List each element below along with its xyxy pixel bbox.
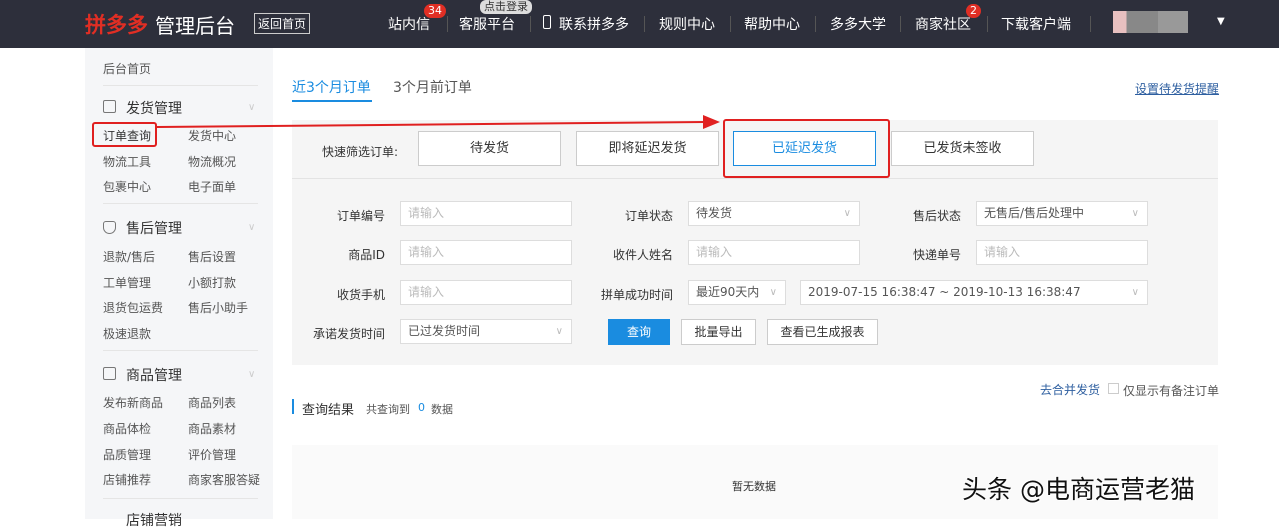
tab-recent-orders[interactable]: 近3个月订单 <box>292 77 371 97</box>
nav-help[interactable]: 帮助中心 <box>744 14 800 34</box>
watermark: 头条 @电商运营老猫 <box>962 475 1195 504</box>
section-marketing[interactable]: 店铺营销 <box>126 510 182 530</box>
shield-icon <box>103 221 116 234</box>
red-arrow <box>156 115 720 129</box>
order-no-label: 订单编号 <box>336 209 385 223</box>
nav-contact[interactable]: 联系拼多多 <box>559 14 629 34</box>
sidebar-item[interactable]: 评价管理 <box>188 446 236 463</box>
chevron-down-icon[interactable]: ∨ <box>248 369 255 380</box>
sidebar-item[interactable]: 商家客服答疑 <box>188 471 260 488</box>
query-button[interactable]: 查询 <box>608 319 670 345</box>
group-time-label: 拼单成功时间 <box>600 288 673 302</box>
community-badge: 2 <box>966 4 981 18</box>
group-time-range-select[interactable]: 最近90天内 <box>688 280 786 305</box>
tab-older-orders[interactable]: 3个月前订单 <box>393 77 472 97</box>
phone-icon <box>543 15 551 29</box>
nav-community[interactable]: 商家社区 <box>915 14 971 34</box>
sidebar-item[interactable]: 包裹中心 <box>103 178 151 195</box>
quick-filter-label: 快速筛选订单: <box>322 145 399 159</box>
logo-brand: 拼多多 <box>85 13 148 37</box>
tracking-no-input[interactable]: 请输入 <box>976 240 1148 265</box>
sidebar-item[interactable]: 店铺推荐 <box>103 471 151 488</box>
sidebar-item[interactable]: 售后设置 <box>188 248 236 265</box>
highlight-box <box>723 119 890 178</box>
nav-university[interactable]: 多多大学 <box>830 14 886 34</box>
caret-down-icon[interactable]: ▼ <box>1217 16 1225 27</box>
view-reports-button[interactable]: 查看已生成报表 <box>767 319 878 345</box>
export-button[interactable]: 批量导出 <box>681 319 756 345</box>
back-home-button[interactable]: 返回首页 <box>254 13 311 34</box>
receiver-name-input[interactable]: 请输入 <box>688 240 860 265</box>
sidebar-home[interactable]: 后台首页 <box>103 60 151 77</box>
logo-title: 管理后台 <box>155 14 235 38</box>
top-bar: 拼多多 管理后台 返回首页 站内信 34 客服平台 点击登录 联系拼多多 规则中… <box>0 0 1279 48</box>
results-title: 查询结果 <box>302 403 355 418</box>
date-range-input[interactable]: 2019-07-15 16:38:47 ~ 2019-10-13 16:38:4… <box>800 280 1148 305</box>
product-id-label: 商品ID <box>348 248 385 262</box>
results-count-suffix: 数据 <box>431 403 453 416</box>
remark-only-checkbox[interactable] <box>1108 383 1119 394</box>
quick-filter-soon-delayed[interactable]: 即将延迟发货 <box>576 131 719 166</box>
receiver-name-label: 收件人姓名 <box>612 248 673 262</box>
product-icon <box>103 367 116 380</box>
sidebar-item[interactable]: 物流工具 <box>103 153 151 170</box>
merge-shipping-link[interactable]: 去合并发货 <box>1040 381 1100 398</box>
after-sale-label: 售后状态 <box>912 209 961 223</box>
sidebar-item[interactable]: 商品列表 <box>188 394 236 411</box>
results-count: 0 <box>418 401 425 414</box>
sidebar-item[interactable]: 退款/售后 <box>103 248 155 265</box>
section-products[interactable]: 商品管理 <box>126 365 182 385</box>
quick-filter-unsigned[interactable]: 已发货未签收 <box>891 131 1034 166</box>
sidebar-item[interactable]: 发布新商品 <box>103 394 163 411</box>
promise-time-label: 承诺发货时间 <box>312 327 385 341</box>
promise-time-select[interactable]: 已过发货时间 <box>400 319 572 344</box>
remark-only-label: 仅显示有备注订单 <box>1123 384 1220 398</box>
section-after-sale[interactable]: 售后管理 <box>126 218 182 238</box>
sidebar-item[interactable]: 品质管理 <box>103 446 151 463</box>
empty-message: 暂无数据 <box>732 480 776 493</box>
order-status-label: 订单状态 <box>624 209 673 223</box>
sidebar-item[interactable]: 售后小助手 <box>188 299 248 316</box>
product-id-input[interactable]: 请输入 <box>400 240 572 265</box>
quick-filter-pending[interactable]: 待发货 <box>418 131 561 166</box>
chevron-down-icon[interactable]: ∨ <box>248 222 255 233</box>
nav-download[interactable]: 下载客户端 <box>1001 14 1071 34</box>
sidebar-item[interactable]: 商品素材 <box>188 420 236 437</box>
nav-rules[interactable]: 规则中心 <box>659 14 715 34</box>
order-status-select[interactable]: 待发货 <box>688 201 860 226</box>
login-tooltip[interactable]: 点击登录 <box>480 0 532 14</box>
sidebar-item[interactable]: 物流概况 <box>188 153 236 170</box>
sidebar-item[interactable]: 工单管理 <box>103 274 151 291</box>
sidebar-item[interactable]: 小额打款 <box>188 274 236 291</box>
sidebar-item[interactable]: 商品体检 <box>103 420 151 437</box>
shipping-reminder-link[interactable]: 设置待发货提醒 <box>1135 80 1219 97</box>
messages-badge: 34 <box>424 4 446 18</box>
sidebar-item[interactable]: 电子面单 <box>188 178 236 195</box>
sidebar-item[interactable]: 极速退款 <box>103 325 151 342</box>
user-avatar[interactable] <box>1113 11 1188 33</box>
order-no-input[interactable]: 请输入 <box>400 201 572 226</box>
tracking-no-label: 快递单号 <box>912 248 961 262</box>
phone-input[interactable]: 请输入 <box>400 280 572 305</box>
phone-label: 收货手机 <box>336 288 385 302</box>
sidebar-item[interactable]: 退货包运费 <box>103 299 163 316</box>
nav-messages[interactable]: 站内信 <box>388 14 430 34</box>
list-icon <box>103 100 116 113</box>
nav-customer-service[interactable]: 客服平台 <box>459 14 515 34</box>
after-sale-select[interactable]: 无售后/售后处理中 <box>976 201 1148 226</box>
results-count-prefix: 共查询到 <box>366 403 410 416</box>
